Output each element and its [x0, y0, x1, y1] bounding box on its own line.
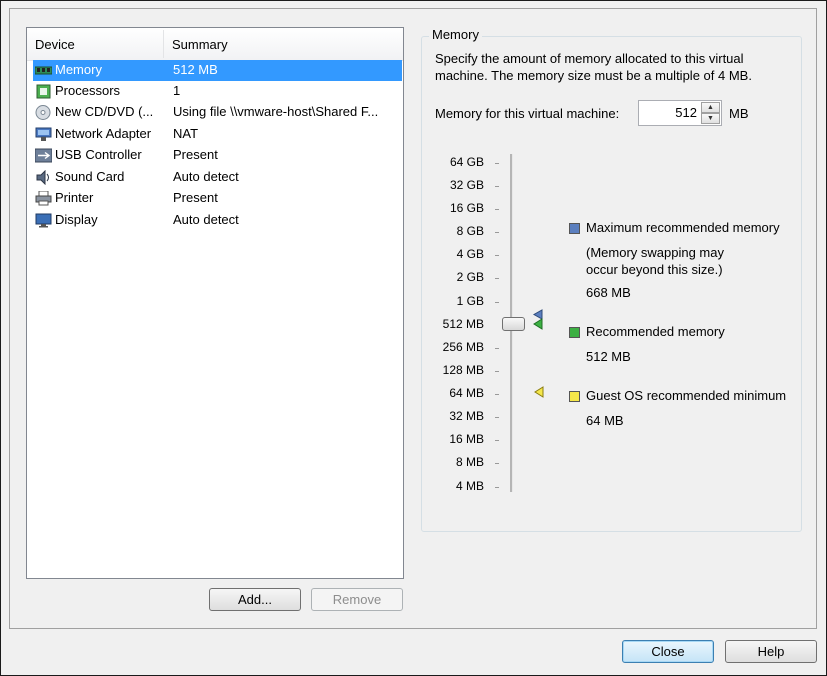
- device-row-usb-controller[interactable]: USB Controller Present: [33, 145, 402, 166]
- chevron-up-icon: ▲: [707, 104, 714, 111]
- device-row-printer[interactable]: Printer Present: [33, 188, 402, 209]
- device-summary: Auto detect: [173, 212, 239, 227]
- scale-tick-mark: [495, 232, 499, 233]
- scale-tick-mark: [495, 348, 499, 349]
- scale-tick-mark: [495, 163, 499, 164]
- memory-field-label: Memory for this virtual machine:: [435, 106, 620, 121]
- scale-tick-label: 8 GB: [456, 224, 484, 238]
- memory-description: Specify the amount of memory allocated t…: [435, 51, 752, 83]
- add-button[interactable]: Add...: [209, 588, 301, 611]
- guest-minimum-label: Guest OS recommended minimum: [586, 388, 787, 403]
- scale-tick-label: 1 GB: [456, 294, 484, 308]
- device-summary: NAT: [173, 126, 199, 141]
- device-row-memory[interactable]: Memory 512 MB: [33, 60, 402, 81]
- memory-size-stepper[interactable]: 512 ▲ ▼: [638, 100, 722, 126]
- printer-icon: [35, 191, 52, 206]
- guest-minimum-marker-icon: [534, 386, 544, 398]
- memory-slider-thumb[interactable]: [502, 317, 525, 331]
- recommended-label: Recommended memory: [586, 324, 725, 339]
- scale-tick-mark: [495, 371, 499, 372]
- scale-tick-mark: [495, 209, 499, 210]
- memory-size-input[interactable]: 512: [675, 105, 697, 120]
- scale-tick-mark: [495, 255, 499, 256]
- scale-tick-label: 256 MB: [442, 340, 484, 354]
- device-list[interactable]: Device Summary Memory 512 MB Processors …: [26, 27, 404, 579]
- device-row-display[interactable]: Display Auto detect: [33, 210, 402, 231]
- max-recommended-note: (Memory swapping may occur beyond this s…: [586, 245, 724, 277]
- memory-unit-label: MB: [729, 106, 749, 121]
- max-recommended-label: Maximum recommended memory: [586, 220, 780, 235]
- scale-tick-mark: [495, 440, 499, 441]
- scale-tick-label: 128 MB: [442, 363, 484, 377]
- scale-tick-label: 64 MB: [449, 386, 484, 400]
- device-summary: Auto detect: [173, 169, 239, 184]
- scale-tick-mark: [495, 487, 499, 488]
- memory-group-title: Memory: [429, 27, 482, 42]
- scale-tick-label: 16 MB: [449, 432, 484, 446]
- scale-tick-label: 32 GB: [449, 178, 484, 192]
- scale-tick-label: 8 MB: [455, 455, 484, 469]
- scale-tick-label: 2 GB: [456, 270, 484, 284]
- marker-icons: [532, 309, 543, 330]
- device-summary: Using file \\vmware-host\Shared F...: [173, 104, 379, 119]
- list-header: Device Summary: [27, 28, 403, 61]
- scale-tick-mark: [495, 302, 499, 303]
- recommended-value: 512 MB: [586, 349, 631, 364]
- scale-tick-mark: [495, 278, 499, 279]
- scale-tick-mark: [495, 186, 499, 187]
- device-name: Display: [55, 212, 98, 227]
- network-adapter-icon: [35, 127, 52, 141]
- device-row-sound-card[interactable]: Sound Card Auto detect: [33, 167, 402, 188]
- guest-minimum-swatch: [569, 391, 580, 402]
- scale-tick-mark: [495, 463, 499, 464]
- speaker-icon: [36, 170, 49, 185]
- max-recommended-value: 668 MB: [586, 285, 631, 300]
- close-button[interactable]: Close: [622, 640, 714, 663]
- device-name: Memory: [55, 62, 102, 77]
- device-name: Printer: [55, 190, 94, 205]
- scale-tick-label: 16 GB: [449, 201, 484, 215]
- scale-tick-label: 4 MB: [455, 479, 484, 493]
- max-recommended-marker-icon: [532, 309, 543, 320]
- device-summary: Present: [173, 147, 218, 162]
- decrement-button[interactable]: ▼: [701, 113, 720, 124]
- max-recommended-swatch: [569, 223, 580, 234]
- device-name: Network Adapter: [55, 126, 152, 141]
- increment-button[interactable]: ▲: [701, 102, 720, 113]
- recommended-swatch: [569, 327, 580, 338]
- scale-tick-label: 32 MB: [449, 409, 484, 423]
- device-name: USB Controller: [55, 147, 142, 162]
- recommended-marker-icon: [533, 318, 543, 330]
- remove-button[interactable]: Remove: [311, 588, 403, 611]
- usb-icon: [35, 148, 52, 163]
- scale-tick-mark: [495, 394, 499, 395]
- device-name: Sound Card: [55, 169, 125, 184]
- memory-icon: [35, 66, 52, 75]
- device-name: Processors: [55, 83, 121, 98]
- scale-tick-label: 64 GB: [449, 155, 484, 169]
- summary-column-header[interactable]: Summary: [172, 37, 228, 52]
- device-summary: Present: [173, 190, 218, 205]
- chevron-down-icon: ▼: [707, 115, 714, 122]
- scale-tick-label: 512 MB: [442, 317, 484, 331]
- cd-dvd-icon: [35, 105, 51, 120]
- device-column-header[interactable]: Device: [35, 37, 75, 52]
- processor-icon: [36, 84, 51, 99]
- scale-tick-label: 4 GB: [456, 247, 484, 261]
- device-row-network-adapter[interactable]: Network Adapter NAT: [33, 124, 402, 145]
- column-separator[interactable]: [163, 30, 164, 58]
- min-marker-svg: [534, 386, 544, 398]
- device-row-cd-dvd[interactable]: New CD/DVD (... Using file \\vmware-host…: [33, 102, 402, 123]
- scale-tick-mark: [495, 417, 499, 418]
- device-summary: 1: [173, 83, 181, 98]
- device-name: New CD/DVD (...: [55, 104, 154, 119]
- monitor-icon: [35, 213, 52, 228]
- help-button[interactable]: Help: [725, 640, 817, 663]
- device-summary: 512 MB: [173, 62, 218, 77]
- device-row-processors[interactable]: Processors 1: [33, 81, 402, 102]
- guest-minimum-value: 64 MB: [586, 413, 624, 428]
